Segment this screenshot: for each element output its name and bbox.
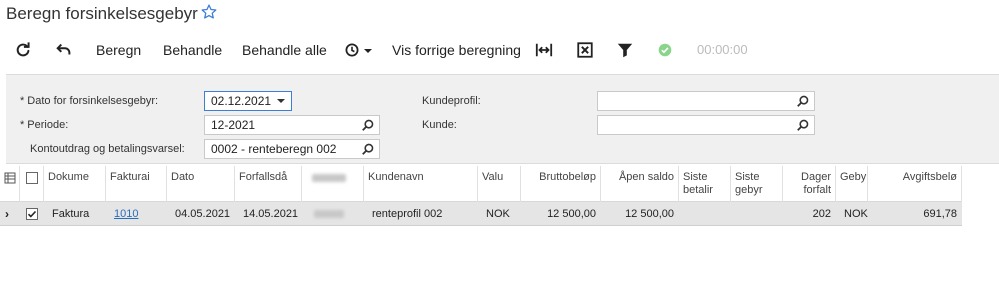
cell-apen-saldo: 12 500,00 xyxy=(625,208,674,220)
check-circle-icon xyxy=(658,43,672,57)
chevron-down-icon[interactable] xyxy=(277,99,285,103)
col-siste-betaling[interactable]: Siste betalir xyxy=(679,166,731,202)
schedule-dropdown-button[interactable] xyxy=(344,34,374,66)
behandle-alle-button[interactable]: Behandle alle xyxy=(242,34,327,66)
required-marker: * xyxy=(20,95,25,107)
search-icon[interactable] xyxy=(361,118,375,132)
col-kundenavn[interactable]: Kundenavn xyxy=(364,166,478,202)
cell-valuta: NOK xyxy=(486,208,510,220)
vis-forrige-beregning-button[interactable]: Vis forrige beregning xyxy=(392,34,521,66)
cell-avgiftsbelop: 691,78 xyxy=(923,208,957,220)
cell-kundenavn: renteprofil 002 xyxy=(372,208,443,220)
periode-field[interactable]: 12-2021 xyxy=(204,115,380,135)
periode-label: * Periode: xyxy=(20,119,69,131)
cell-gebyr: NOK xyxy=(844,208,868,220)
export-excel-icon[interactable] xyxy=(576,41,594,59)
kontoutdrag-label: Kontoutdrag og betalingsvarsel: xyxy=(30,143,185,155)
kunde-label: Kunde: xyxy=(422,119,457,131)
title-bar: Beregn forsinkelsesgebyr xyxy=(0,0,999,30)
required-marker: * xyxy=(20,119,25,131)
col-dato[interactable]: Dato xyxy=(167,166,235,202)
check-icon xyxy=(27,210,37,218)
col-dager-forfalt[interactable]: Dager forfalt xyxy=(783,166,836,202)
kundeprofil-field[interactable] xyxy=(597,91,815,111)
dato-field[interactable]: 02.12.2021 xyxy=(204,91,292,111)
kundeprofil-label: Kundeprofil: xyxy=(422,95,481,107)
search-icon[interactable] xyxy=(796,94,810,108)
faktura-link[interactable]: 1010 xyxy=(114,208,138,220)
table-row[interactable]: › Faktura 1010 04.05.2021 14.05.2021 ren… xyxy=(0,202,962,226)
page-title: Beregn forsinkelsesgebyr xyxy=(6,4,198,23)
col-dokument[interactable]: Dokume xyxy=(44,166,106,202)
cell-dato: 04.05.2021 xyxy=(175,208,231,220)
redacted-text xyxy=(314,210,344,218)
kunde-field[interactable] xyxy=(597,115,815,135)
undo-icon[interactable] xyxy=(55,41,73,59)
cell-dager-forfalt: 202 xyxy=(812,208,831,220)
select-all-cell xyxy=(20,166,44,202)
col-forfall[interactable]: Forfallsdå xyxy=(235,166,302,202)
col-gebyr[interactable]: Geby xyxy=(836,166,868,202)
cell-faktura[interactable]: 1010 xyxy=(106,202,167,226)
kontoutdrag-value: 0002 - renteberegn 002 xyxy=(211,142,337,156)
fit-columns-icon[interactable] xyxy=(535,41,553,59)
dato-label: * Dato for forsinkelsesgebyr: xyxy=(20,95,159,107)
row-select-cell xyxy=(20,202,44,226)
row-settings-button[interactable] xyxy=(0,166,20,202)
col-apen-saldo[interactable]: Åpen saldo xyxy=(601,166,679,202)
select-all-checkbox[interactable] xyxy=(26,172,38,184)
col-avgiftsbelop[interactable]: Avgiftsbelø xyxy=(868,166,962,202)
col-siste-gebyr[interactable]: Siste gebyr xyxy=(731,166,783,202)
search-icon[interactable] xyxy=(361,142,375,156)
filter-panel: * Dato for forsinkelsesgebyr: 02.12.2021 … xyxy=(6,74,999,164)
search-icon[interactable] xyxy=(796,118,810,132)
row-checkbox[interactable] xyxy=(26,208,38,220)
chevron-down-icon xyxy=(364,49,372,53)
cell-siste-betaling xyxy=(679,202,731,226)
favorite-star-icon[interactable] xyxy=(200,3,218,21)
behandle-button[interactable]: Behandle xyxy=(163,34,222,66)
col-redacted[interactable] xyxy=(302,166,364,202)
col-brutto[interactable]: Bruttobeløp xyxy=(521,166,601,202)
cell-brutto: 12 500,00 xyxy=(547,208,596,220)
col-valuta[interactable]: Valu xyxy=(478,166,521,202)
cell-dokument: Faktura xyxy=(52,208,90,220)
column-settings-icon xyxy=(4,172,16,184)
periode-value: 12-2021 xyxy=(211,118,256,132)
refresh-icon[interactable] xyxy=(14,41,32,59)
dato-value: 02.12.2021 xyxy=(211,94,272,108)
redacted-text xyxy=(312,174,346,182)
beregn-button[interactable]: Beregn xyxy=(96,34,141,66)
kontoutdrag-field[interactable]: 0002 - renteberegn 002 xyxy=(204,139,380,159)
schedule-icon xyxy=(345,43,359,57)
cell-forfall: 14.05.2021 xyxy=(243,208,299,220)
toolbar: Beregn Behandle Behandle alle Vis forrig… xyxy=(0,34,999,66)
col-faktura[interactable]: Fakturai xyxy=(106,166,167,202)
cell-siste-gebyr xyxy=(731,202,783,226)
cell-redacted xyxy=(302,202,364,226)
elapsed-timer: 00:00:00 xyxy=(697,42,748,57)
filter-icon[interactable] xyxy=(616,41,634,59)
row-indicator-icon: › xyxy=(5,207,9,221)
grid-header: Dokume Fakturai Dato Forfallsdå Kundenav… xyxy=(0,166,962,202)
